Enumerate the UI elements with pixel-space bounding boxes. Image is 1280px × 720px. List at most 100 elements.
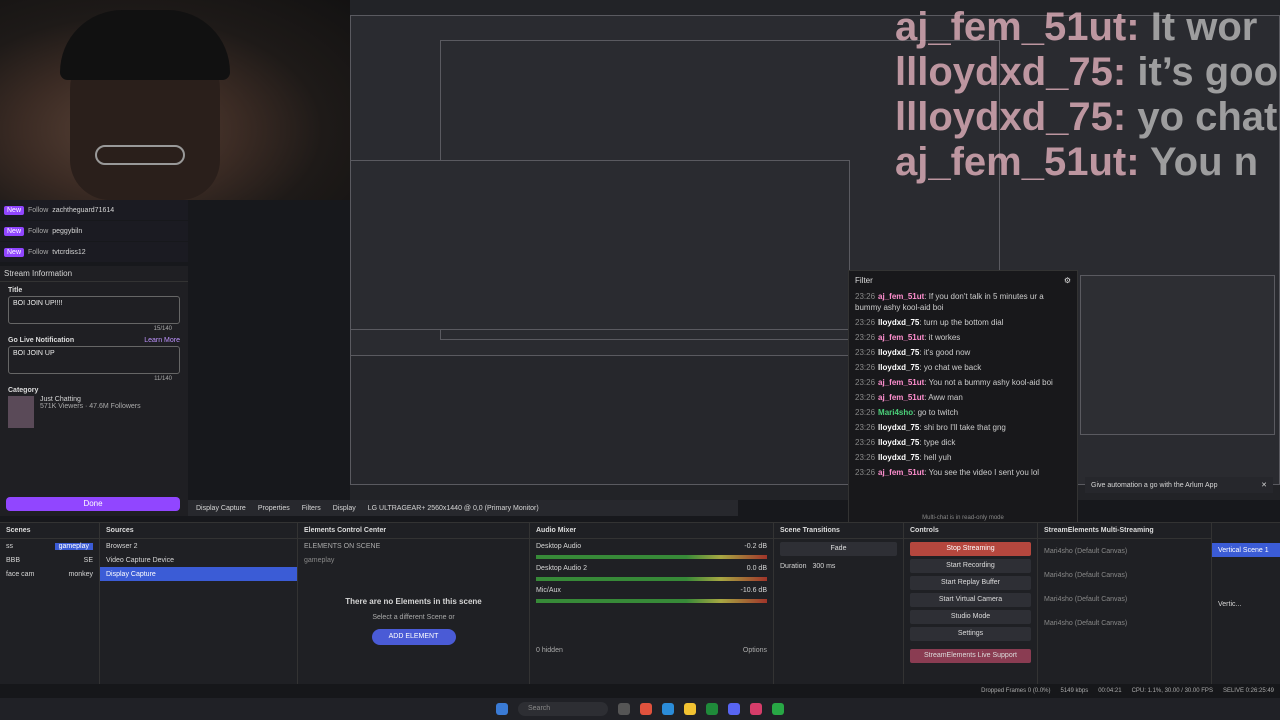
edge-icon[interactable] — [662, 703, 674, 715]
source-item[interactable]: Browser 2 — [100, 539, 297, 553]
scene-item[interactable]: face cam monkey — [0, 567, 99, 581]
title-label: Title — [8, 287, 23, 294]
se-support-button[interactable]: StreamElements Live Support — [910, 649, 1031, 663]
close-icon[interactable]: ✕ — [1261, 481, 1267, 489]
dock-header: Controls — [904, 523, 1037, 539]
gear-icon[interactable]: ⚙ — [1064, 276, 1071, 285]
add-element-button[interactable]: ADD ELEMENT — [371, 629, 456, 645]
chat-message: 23:26 aj_fem_51ut: it workes — [855, 333, 961, 342]
source-item[interactable]: Display Capture — [100, 567, 297, 581]
category-stats: 571K Viewers · 47.6M Followers — [40, 403, 141, 410]
learn-more-link[interactable]: Learn More — [144, 337, 180, 344]
display-label: Display — [332, 504, 356, 512]
chat-message: 23:26 lloydxd_75: hell yuh — [855, 453, 952, 462]
multistream-item[interactable]: Mari4sho (Default Canvas) — [1038, 587, 1211, 611]
dock-header: Scene Transitions — [774, 523, 903, 539]
sources-dock: Sources Browser 2 Video Capture Device D… — [100, 523, 298, 685]
duration-row[interactable]: Duration 300 ms — [774, 559, 903, 573]
mixer-channel[interactable]: Desktop Audio -0.2 dB — [530, 539, 773, 553]
filters-button[interactable]: Filters — [302, 505, 321, 512]
chat-message: 23:26 Mari4sho: go to twitch — [855, 408, 959, 417]
properties-button[interactable]: Properties — [258, 505, 290, 512]
notification-input[interactable]: BOI JOIN UP — [8, 346, 180, 374]
overlay-chat: aj_fem_51ut: It wor llloydxd_75: it’s go… — [895, 5, 1278, 185]
dock-header: Audio Mixer — [530, 523, 773, 539]
done-button[interactable]: Done — [6, 497, 180, 511]
scenes-dock: Scenes ss gameplay BBB SE face cam monkey — [0, 523, 100, 685]
category-row[interactable]: Just Chatting 571K Viewers · 47.6M Follow… — [8, 396, 180, 428]
source-item[interactable]: Video Capture Device — [100, 553, 297, 567]
controls-dock: Controls Stop Streaming Start Recording … — [904, 523, 1038, 685]
chat-list: 23:26 aj_fem_51ut: If you don't talk in 5… — [849, 289, 1077, 480]
search-input[interactable]: Search — [518, 702, 608, 716]
overlay-line: aj_fem_51ut: You n — [895, 140, 1259, 184]
filter-button[interactable]: Filter — [855, 276, 873, 285]
elements-scene: gameplay — [304, 556, 335, 564]
follow-alert: New Follow zachtheguard71614 — [0, 200, 188, 220]
mixer-channel[interactable]: Mic/Aux -10.6 dB — [530, 583, 773, 597]
title-count: 15/140 — [153, 326, 172, 332]
source-toolbar: Display Capture Properties Filters Displ… — [188, 500, 738, 516]
multistream-dock: StreamElements Multi-Streaming Mari4sho … — [1038, 523, 1212, 685]
streamer-cap — [60, 10, 230, 80]
vertical-dock: Vertical Scene 1 Vertic... — [1212, 523, 1280, 685]
category-thumbnail — [8, 396, 34, 428]
folder-icon[interactable] — [684, 703, 696, 715]
chat-message: 23:26 lloydxd_75: it's good now — [855, 348, 971, 357]
multistream-item[interactable]: Mari4sho (Default Canvas) — [1038, 611, 1211, 635]
category-name: Just Chatting — [40, 396, 81, 403]
multistream-item[interactable]: Mari4sho (Default Canvas) — [1038, 563, 1211, 587]
status-bar: Dropped Frames 0 (0.0%) 5149 kbps 00:04:21… — [0, 684, 1280, 698]
title-input[interactable]: BOI JOIN UP!!!! — [8, 296, 180, 324]
studio-mode-button[interactable]: Studio Mode — [910, 610, 1031, 624]
start-recording-button[interactable]: Start Recording — [910, 559, 1031, 573]
chat-message: 23:26 aj_fem_51ut: You see the video I se… — [855, 468, 1040, 477]
nested-preview-3 — [350, 160, 850, 330]
stop-streaming-button[interactable]: Stop Streaming — [910, 542, 1031, 556]
mixer-footer: 0 hidden Options — [536, 646, 767, 654]
follow-alert: New Follow peggybiln — [0, 221, 188, 241]
chat-message: 23:26 lloydxd_75: shi bro I'll take that … — [855, 423, 1006, 432]
dock-header: Sources — [100, 523, 297, 539]
obs-icon[interactable] — [750, 703, 762, 715]
chat-header: Filter ⚙ — [849, 271, 1077, 289]
scene-item[interactable]: BBB SE — [0, 553, 99, 567]
elements-dock: Elements Control Center ELEMENTS ON SCEN… — [298, 523, 530, 685]
hint-text: Select a different Scene or — [372, 614, 455, 621]
display-select[interactable]: LG ULTRAGEAR+ 2560x1440 @ 0,0 (Primary M… — [368, 505, 539, 512]
ad-banner[interactable]: Give automation a go with the Arlum App ✕ — [1085, 477, 1273, 493]
settings-button[interactable]: Settings — [910, 627, 1031, 641]
browser-icon[interactable] — [640, 703, 652, 715]
empty-message: There are no Elements in this scene — [345, 597, 482, 606]
spotify-icon[interactable] — [772, 703, 784, 715]
discord-icon[interactable] — [728, 703, 740, 715]
panel-header: Stream Information — [0, 266, 188, 282]
multistream-item[interactable]: Mari4sho (Default Canvas) — [1038, 539, 1211, 563]
nested-preview-right — [1080, 275, 1275, 435]
readonly-note: Multi-chat is in read-only mode — [922, 515, 1004, 521]
dock-header: Elements Control Center — [298, 523, 529, 539]
options-button[interactable]: Options — [743, 647, 767, 654]
replay-buffer-button[interactable]: Start Replay Buffer — [910, 576, 1031, 590]
chat-message: 23:26 aj_fem_51ut: You not a bummy ashy k… — [855, 378, 1053, 387]
webcam-feed — [0, 0, 350, 200]
obs-preview[interactable]: aj_fem_51ut: It wor llloydxd_75: it’s go… — [350, 0, 1280, 500]
app-icon[interactable] — [618, 703, 630, 715]
scene-item[interactable]: ss gameplay — [0, 539, 99, 553]
follow-alert: New Follow tvtcrdiss12 — [0, 242, 188, 262]
excel-icon[interactable] — [706, 703, 718, 715]
obs-docks: Scenes ss gameplay BBB SE face cam monkey S… — [0, 522, 1280, 685]
chat-message: 23:26 aj_fem_51ut: Aww man — [855, 393, 963, 402]
vertical-label: Vertic... — [1218, 600, 1242, 608]
nested-obs — [350, 355, 850, 485]
taskbar: Search — [0, 698, 1280, 720]
mixer-channel[interactable]: Desktop Audio 2 0.0 dB — [530, 561, 773, 575]
vertical-scene-item[interactable]: Vertical Scene 1 — [1212, 543, 1280, 557]
notif-count: 11/140 — [154, 376, 172, 382]
start-icon[interactable] — [496, 703, 508, 715]
overlay-line: aj_fem_51ut: It wor — [895, 5, 1258, 49]
virtual-camera-button[interactable]: Start Virtual Camera — [910, 593, 1031, 607]
overlay-line: llloydxd_75: yo chat — [895, 95, 1278, 139]
transition-select[interactable]: Fade — [780, 542, 897, 556]
dock-header: StreamElements Multi-Streaming — [1038, 523, 1211, 539]
